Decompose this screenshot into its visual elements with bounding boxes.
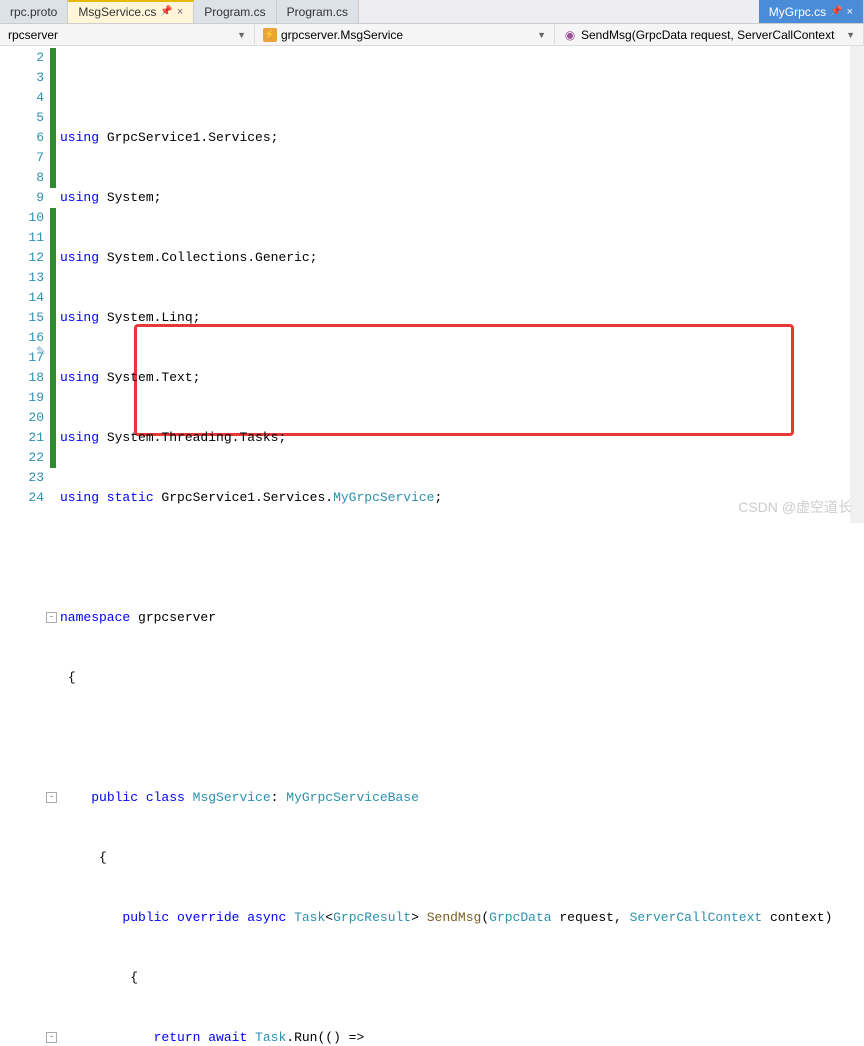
project-selector[interactable]: rpcserver▼ (0, 24, 255, 45)
line-numbers: 23456789101112131415161718192021222324 (0, 46, 50, 523)
pin-icon[interactable]: 📌 (160, 6, 172, 17)
tab-mygrpc[interactable]: MyGrpc.cs 📌 × (759, 0, 864, 23)
pin-icon[interactable]: 📌 (830, 6, 842, 17)
chevron-down-icon: ▼ (537, 30, 546, 40)
scrollbar[interactable] (850, 46, 864, 523)
class-icon: ⚡ (263, 28, 277, 42)
chevron-down-icon: ▼ (846, 30, 855, 40)
close-icon[interactable]: × (847, 6, 853, 18)
code-area[interactable]: using GrpcService1.Services; using Syste… (56, 46, 864, 523)
method-selector[interactable]: ◉SendMsg(GrpcData request, ServerCallCon… (555, 24, 864, 45)
tab-rpc-proto[interactable]: rpc.proto (0, 0, 68, 23)
bookmark-icon[interactable]: ✎ (36, 344, 46, 359)
method-icon: ◉ (563, 28, 577, 42)
close-icon[interactable]: × (177, 6, 183, 18)
fold-icon[interactable]: - (46, 1032, 57, 1043)
tab-msgservice[interactable]: MsgService.cs 📌 × (68, 0, 194, 23)
fold-icon[interactable]: - (46, 792, 57, 803)
nav-bar: rpcserver▼ ⚡grpcserver.MsgService▼ ◉Send… (0, 24, 864, 46)
tab-program2[interactable]: Program.cs (277, 0, 359, 23)
tab-bar: rpc.proto MsgService.cs 📌 × Program.cs P… (0, 0, 864, 24)
tab-program1[interactable]: Program.cs (194, 0, 276, 23)
class-selector[interactable]: ⚡grpcserver.MsgService▼ (255, 24, 555, 45)
fold-icon[interactable]: - (46, 612, 57, 623)
chevron-down-icon: ▼ (237, 30, 246, 40)
watermark: CSDN @虚空道长 (738, 497, 852, 517)
code-editor[interactable]: 23456789101112131415161718192021222324 u… (0, 46, 864, 523)
